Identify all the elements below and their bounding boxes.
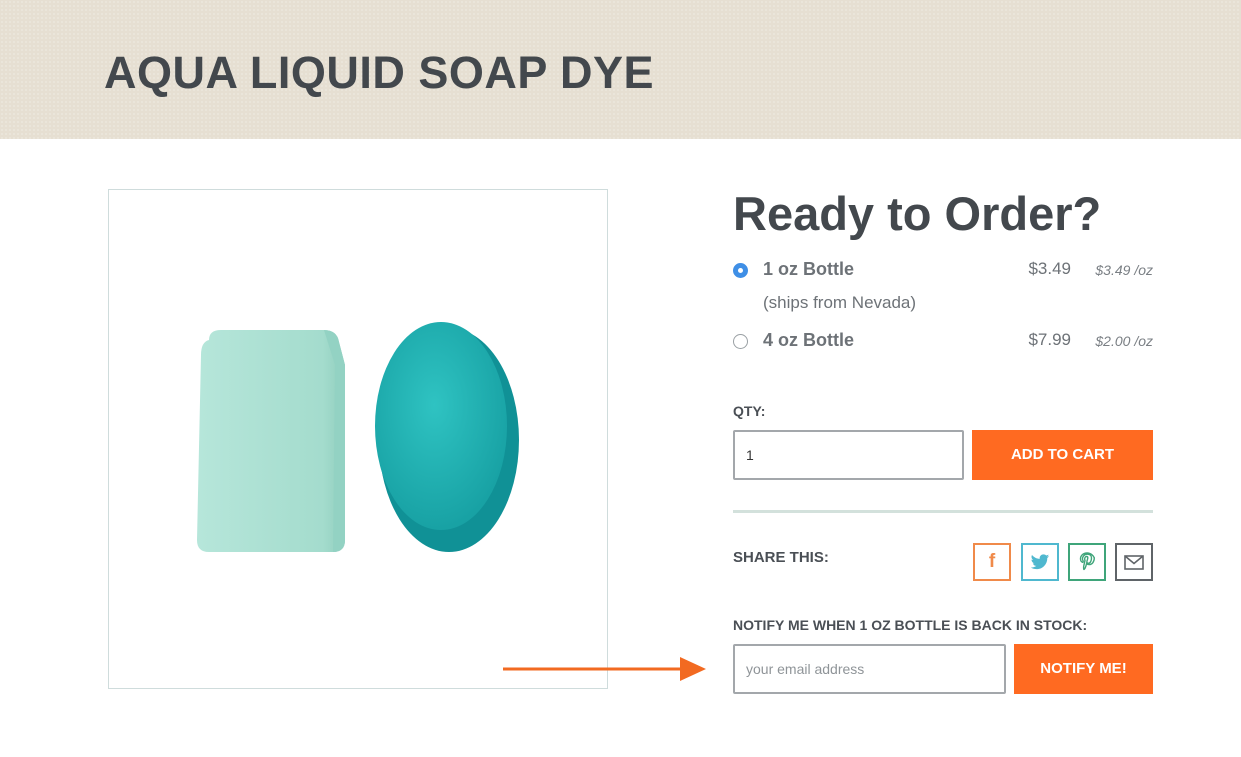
option-1oz-unit-price: $3.49 /oz [1095,262,1153,278]
option-4oz-price: $7.99 [1028,330,1071,349]
twitter-icon [1030,553,1050,569]
order-heading: Ready to Order? [733,187,1102,240]
share-pinterest-button[interactable] [1068,543,1106,581]
share-twitter-button[interactable] [1021,543,1059,581]
section-divider [733,510,1153,513]
option-1oz-bottle[interactable]: 1 oz Bottle $3.49 $3.49 /oz [733,258,1153,282]
option-4oz-label: 4 oz Bottle [763,330,855,350]
share-email-button[interactable] [1115,543,1153,581]
option-1oz-price: $3.49 [1028,259,1071,278]
notify-me-button[interactable]: NOTIFY ME! [1014,644,1153,694]
option-1oz-radio[interactable] [733,263,748,278]
pinterest-icon [1079,552,1095,571]
page-title: AQUA LIQUID SOAP DYE [104,47,655,98]
notify-label: NOTIFY ME WHEN 1 OZ BOTTLE IS BACK IN ST… [733,617,1088,633]
option-4oz-unit-price: $2.00 /oz [1095,333,1153,349]
qty-input[interactable] [733,430,964,480]
share-facebook-button[interactable]: f [973,543,1011,581]
qty-label: QTY: [733,403,766,419]
share-label: SHARE THIS: [733,549,829,566]
option-1oz-label: 1 oz Bottle [763,259,855,279]
notify-email-input[interactable] [733,644,1006,694]
option-1oz-shipping-note: (ships from Nevada) [763,293,917,312]
arrow-icon [503,657,706,681]
product-image[interactable] [108,189,608,689]
email-icon [1124,554,1144,570]
facebook-icon: f [988,551,996,572]
page-banner: AQUA LIQUID SOAP DYE [0,0,1241,139]
option-4oz-bottle[interactable]: 4 oz Bottle $7.99 $2.00 /oz [733,329,1153,353]
add-to-cart-button[interactable]: ADD TO CART [972,430,1153,480]
soap-bars-image [197,322,519,552]
option-4oz-radio[interactable] [733,334,748,349]
